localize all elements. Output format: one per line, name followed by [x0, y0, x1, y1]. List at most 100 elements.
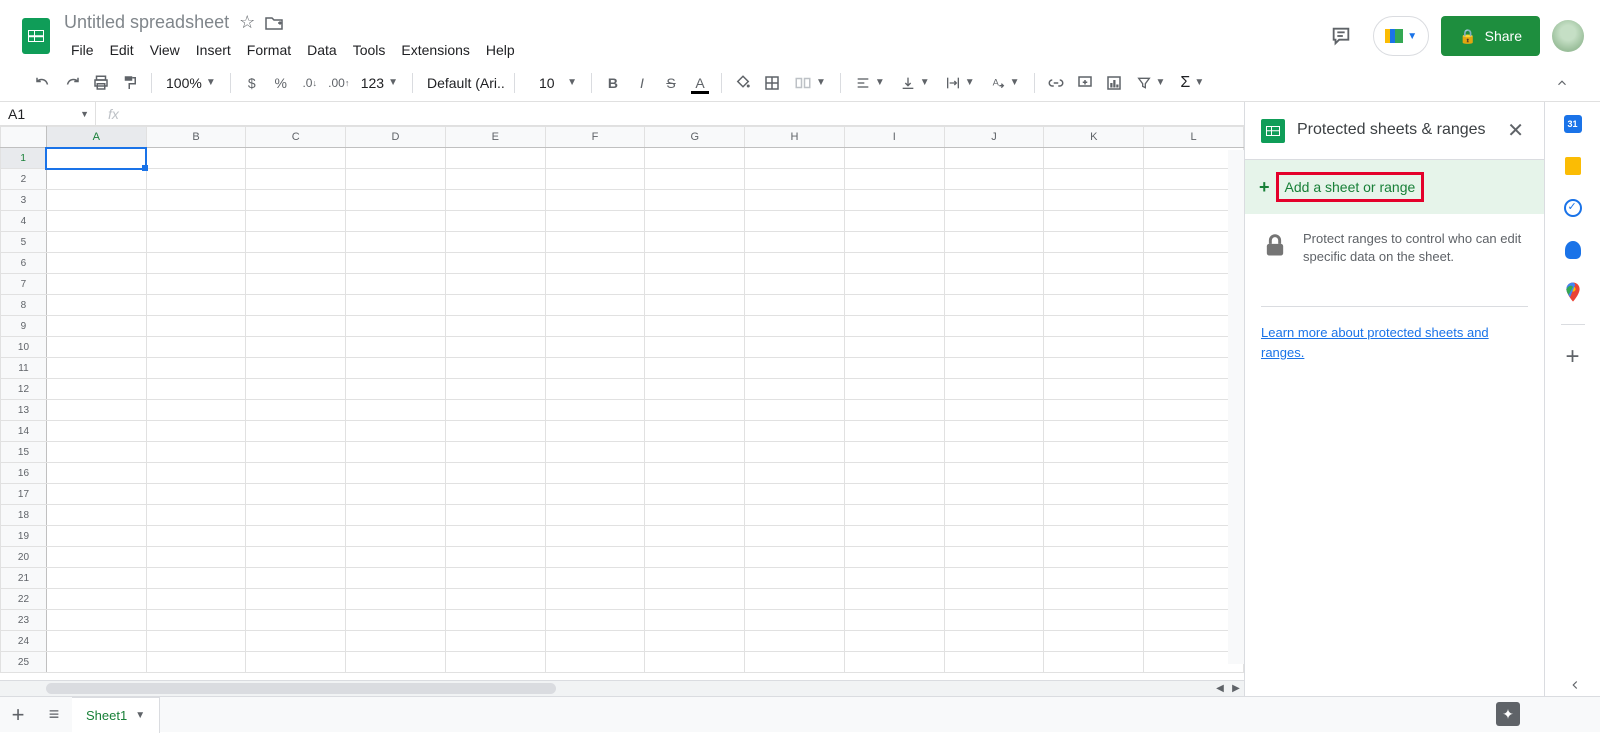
cell[interactable]	[246, 484, 346, 505]
cell[interactable]	[745, 421, 845, 442]
cell[interactable]	[545, 526, 645, 547]
cell[interactable]	[1044, 505, 1144, 526]
cell[interactable]	[1044, 148, 1144, 169]
cell[interactable]	[246, 316, 346, 337]
cell[interactable]	[46, 400, 146, 421]
learn-more-link[interactable]: Learn more about protected sheets and ra…	[1261, 325, 1489, 360]
cell[interactable]	[146, 211, 246, 232]
cell[interactable]	[1044, 316, 1144, 337]
cell[interactable]	[645, 316, 745, 337]
undo-button[interactable]	[30, 70, 56, 96]
cell[interactable]	[146, 274, 246, 295]
cell[interactable]	[844, 421, 944, 442]
cell[interactable]	[645, 505, 745, 526]
cell[interactable]	[645, 337, 745, 358]
cell[interactable]	[46, 337, 146, 358]
cell[interactable]	[46, 442, 146, 463]
cell[interactable]	[46, 232, 146, 253]
cell[interactable]	[1044, 442, 1144, 463]
cell[interactable]	[1044, 379, 1144, 400]
cell[interactable]	[745, 295, 845, 316]
cell[interactable]	[645, 274, 745, 295]
cell[interactable]	[246, 652, 346, 673]
row-header[interactable]: 12	[1, 379, 47, 400]
cell[interactable]	[346, 379, 446, 400]
cell[interactable]	[1044, 337, 1144, 358]
cell[interactable]	[445, 211, 545, 232]
cell[interactable]	[445, 589, 545, 610]
row-header[interactable]: 21	[1, 568, 47, 589]
cell[interactable]	[246, 526, 346, 547]
cell[interactable]	[545, 442, 645, 463]
cell[interactable]	[146, 358, 246, 379]
decrease-decimal-button[interactable]: .0↓	[297, 70, 323, 96]
cell[interactable]	[545, 379, 645, 400]
cell[interactable]	[844, 400, 944, 421]
contacts-icon[interactable]	[1563, 240, 1583, 260]
cell[interactable]	[1044, 547, 1144, 568]
menu-format[interactable]: Format	[240, 38, 298, 62]
column-header[interactable]: J	[944, 127, 1044, 148]
cell[interactable]	[645, 484, 745, 505]
cell[interactable]	[445, 631, 545, 652]
cell[interactable]	[944, 253, 1044, 274]
column-header[interactable]: F	[545, 127, 645, 148]
menu-tools[interactable]: Tools	[346, 38, 393, 62]
cell[interactable]	[146, 379, 246, 400]
cell[interactable]	[645, 442, 745, 463]
cell[interactable]	[745, 337, 845, 358]
cell[interactable]	[1044, 190, 1144, 211]
name-box[interactable]: A1▼	[0, 102, 96, 126]
cell[interactable]	[844, 610, 944, 631]
cell[interactable]	[844, 358, 944, 379]
column-header[interactable]: G	[645, 127, 745, 148]
cell[interactable]	[545, 568, 645, 589]
cell[interactable]	[545, 169, 645, 190]
cell[interactable]	[46, 505, 146, 526]
column-header[interactable]: H	[745, 127, 845, 148]
row-header[interactable]: 4	[1, 211, 47, 232]
cell[interactable]	[745, 400, 845, 421]
column-header[interactable]: I	[844, 127, 944, 148]
row-header[interactable]: 10	[1, 337, 47, 358]
cell[interactable]	[1044, 610, 1144, 631]
cell[interactable]	[1044, 631, 1144, 652]
cell[interactable]	[346, 211, 446, 232]
show-side-panel-button[interactable]	[1568, 678, 1582, 692]
print-button[interactable]	[88, 70, 114, 96]
cell[interactable]	[844, 211, 944, 232]
menu-view[interactable]: View	[143, 38, 187, 62]
cell[interactable]	[745, 253, 845, 274]
chevron-down-icon[interactable]: ▼	[135, 710, 145, 721]
cell[interactable]	[146, 652, 246, 673]
cell[interactable]	[745, 484, 845, 505]
cell[interactable]	[645, 379, 745, 400]
cell[interactable]	[545, 274, 645, 295]
cell[interactable]	[1044, 589, 1144, 610]
cell[interactable]	[645, 148, 745, 169]
cell[interactable]	[1044, 358, 1144, 379]
cell[interactable]	[445, 379, 545, 400]
row-header[interactable]: 16	[1, 463, 47, 484]
column-header[interactable]: B	[146, 127, 246, 148]
cell[interactable]	[545, 652, 645, 673]
cell[interactable]	[545, 190, 645, 211]
cell[interactable]	[445, 232, 545, 253]
cell[interactable]	[745, 232, 845, 253]
cell[interactable]	[745, 505, 845, 526]
cell[interactable]	[844, 337, 944, 358]
cell[interactable]	[346, 484, 446, 505]
row-header[interactable]: 19	[1, 526, 47, 547]
row-header[interactable]: 1	[1, 148, 47, 169]
cell[interactable]	[944, 421, 1044, 442]
cell[interactable]	[844, 547, 944, 568]
row-header[interactable]: 24	[1, 631, 47, 652]
functions-button[interactable]: Σ▼	[1174, 70, 1210, 96]
cell[interactable]	[445, 337, 545, 358]
cell[interactable]	[645, 652, 745, 673]
cell[interactable]	[944, 547, 1044, 568]
cell[interactable]	[645, 589, 745, 610]
merge-cells-button[interactable]: ▼	[788, 70, 832, 96]
cell[interactable]	[445, 547, 545, 568]
all-sheets-button[interactable]: ≡	[36, 704, 72, 725]
